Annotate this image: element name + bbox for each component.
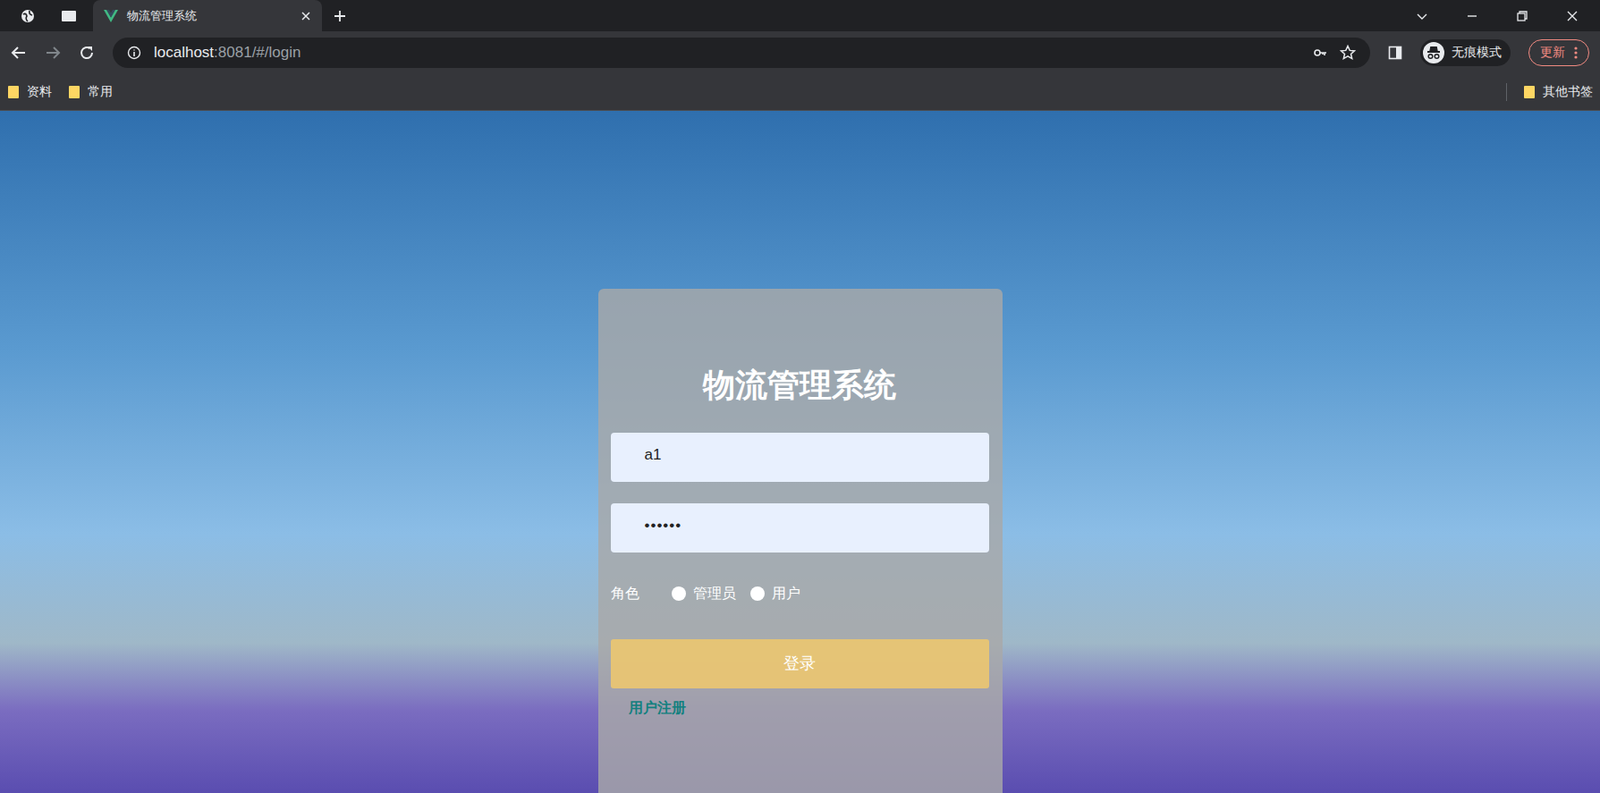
pinned-tab[interactable] <box>10 2 45 30</box>
close-tab-icon[interactable] <box>300 10 312 22</box>
role-label: 角色 <box>610 584 640 604</box>
info-icon[interactable] <box>126 45 142 60</box>
star-icon[interactable] <box>1339 44 1356 61</box>
folder-icon <box>67 84 81 100</box>
globe-icon <box>20 8 35 24</box>
menu-dots-icon <box>1574 46 1578 60</box>
chevron-down-icon[interactable] <box>1415 9 1429 23</box>
update-button[interactable]: 更新 <box>1528 39 1590 67</box>
address-toolbar: localhost:8081/#/login 无痕模式 更新 <box>0 31 1600 75</box>
side-panel-icon[interactable] <box>1388 45 1403 60</box>
login-card: 物流管理系统 a1 •••••• 角色 管理员用户登录用户注册 <box>598 288 1003 793</box>
page-background: 物流管理系统 a1 •••••• 角色 管理员用户登录用户注册 <box>0 110 1600 793</box>
restore-icon[interactable] <box>1515 9 1529 23</box>
window-icon <box>60 9 77 23</box>
role-group: 角色 管理员用户 <box>610 579 990 609</box>
login-title: 物流管理系统 <box>610 364 990 408</box>
profile-label: 无痕模式 <box>1451 44 1502 61</box>
folder-icon <box>7 84 20 100</box>
vue-logo-icon <box>103 9 119 23</box>
tab-title: 物流管理系统 <box>126 8 292 25</box>
close-window-icon[interactable] <box>1566 9 1579 23</box>
incognito-icon <box>1422 42 1445 64</box>
browser-tab[interactable]: 物流管理系统 <box>93 0 322 32</box>
minimize-icon[interactable] <box>1465 9 1479 23</box>
bookmark-folder[interactable]: 资料 <box>7 84 52 101</box>
bookmarks-bar: 资料常用 其他书签 <box>0 74 1600 111</box>
new-tab-icon[interactable] <box>332 8 348 24</box>
browser-window: 物流管理系统 localhost:8081/#/login 无痕模式 更新资料常用 其他… <box>0 0 1600 793</box>
other-bookmarks[interactable]: 其他书签 <box>1523 84 1593 101</box>
username-input[interactable]: a1 <box>610 432 990 483</box>
folder-icon <box>1523 84 1536 100</box>
incognito-profile[interactable]: 无痕模式 <box>1420 39 1511 67</box>
pinned-tab[interactable] <box>51 2 86 30</box>
role-radio[interactable]: 用户 <box>750 584 801 604</box>
reload-icon[interactable] <box>78 44 95 61</box>
key-icon[interactable] <box>1312 45 1328 60</box>
bookmark-folder[interactable]: 常用 <box>67 84 113 101</box>
url-text: localhost:8081/#/login <box>153 43 301 62</box>
forward-icon[interactable] <box>44 44 61 61</box>
tab-strip: 物流管理系统 <box>0 0 1600 32</box>
address-bar[interactable]: localhost:8081/#/login <box>112 37 1371 68</box>
role-radio[interactable]: 管理员 <box>671 584 737 604</box>
login-button[interactable]: 登录 <box>610 639 990 689</box>
radio-circle <box>671 586 686 602</box>
window-controls <box>1415 9 1600 23</box>
radio-circle <box>750 586 765 602</box>
password-input[interactable]: •••••• <box>610 503 990 553</box>
back-icon[interactable] <box>10 44 27 61</box>
register-link[interactable]: 用户注册 <box>610 699 990 719</box>
